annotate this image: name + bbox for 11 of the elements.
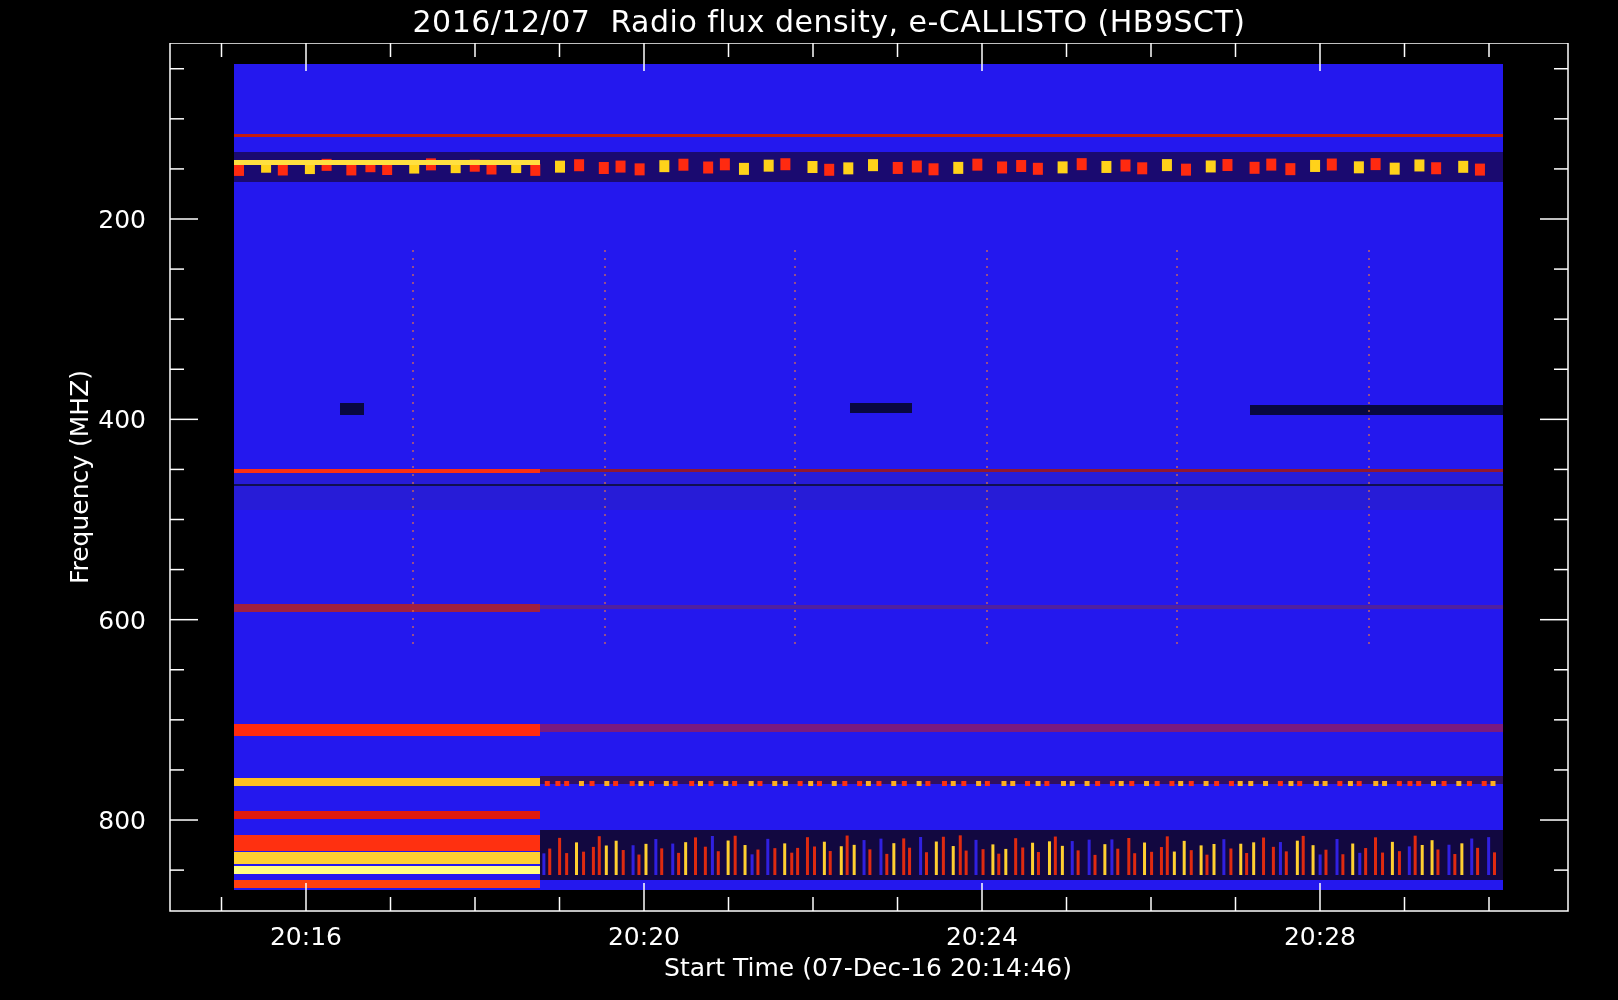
y-tick-label: 800 (98, 806, 146, 835)
y-tick-label: 600 (98, 605, 146, 635)
x-tick-label: 20:28 (1284, 922, 1356, 951)
chart-title: 2016/12/07 Radio flux density, e-CALLISTO (HB9SCT) (412, 4, 1246, 39)
y-axis-label: Frequency (MHZ) (65, 369, 94, 585)
y-tick-label: 200 (98, 205, 146, 234)
x-tick-label: 20:16 (270, 922, 342, 951)
x-axis-label: Start Time (07-Dec-16 20:14:46) (664, 953, 1072, 982)
x-tick-label: 20:20 (608, 922, 680, 951)
x-tick-label: 20:24 (946, 922, 1018, 951)
y-tick-label: 400 (98, 405, 146, 435)
